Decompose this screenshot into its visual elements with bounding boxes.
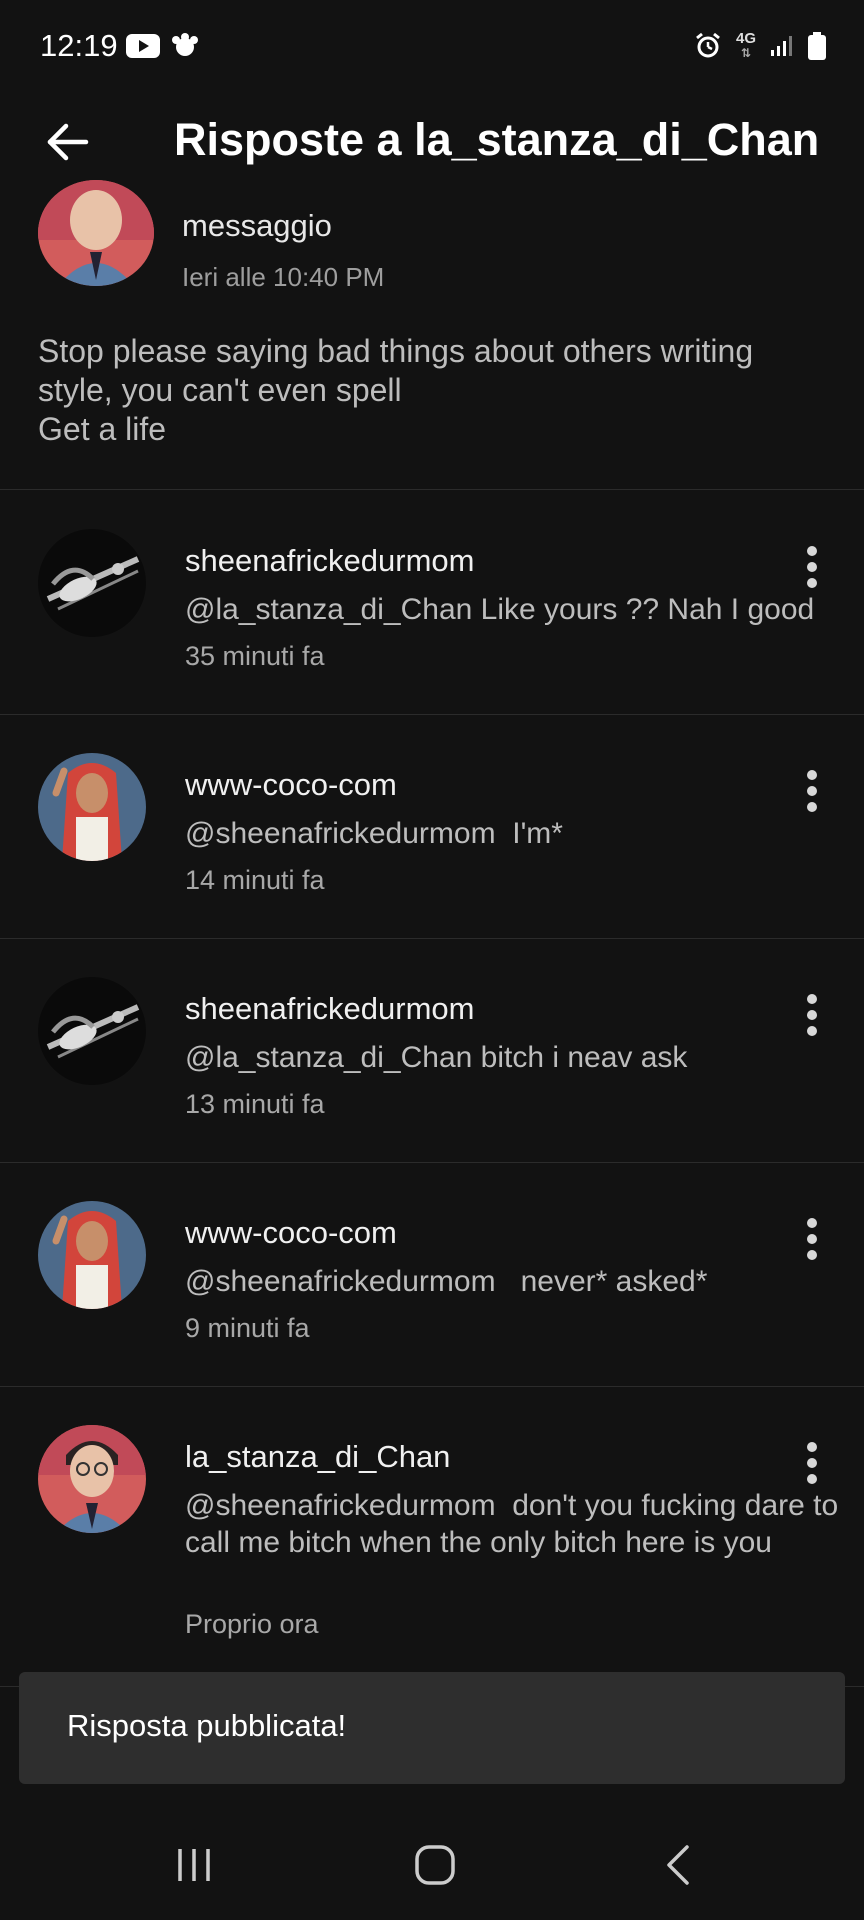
home-icon <box>415 1845 455 1885</box>
reply-text: @sheenafrickedurmom I'm* <box>185 817 563 850</box>
status-time: 12:19 <box>40 28 118 63</box>
network-type: 4G <box>735 30 756 47</box>
status-bar: 12:19 4G ⇅ <box>0 0 864 96</box>
more-dot-icon <box>807 1250 817 1260</box>
alarm-icon <box>696 32 720 58</box>
more-dot-icon <box>807 786 817 796</box>
reply-text: @sheenafrickedurmom never* asked* <box>185 1265 708 1298</box>
more-options-button[interactable] <box>788 539 836 595</box>
reply-item: sheenafrickedurmom @la_stanza_di_Chan Li… <box>0 491 864 715</box>
more-dot-icon <box>807 578 817 588</box>
notification-app-icon <box>172 33 198 56</box>
reply-author[interactable]: sheenafrickedurmom <box>185 543 474 579</box>
original-comment: messaggio Ieri alle 10:40 PM Stop please… <box>0 180 864 490</box>
reply-author[interactable]: www-coco-com <box>185 767 397 803</box>
avatar[interactable] <box>38 529 146 637</box>
4g-icon: 4G ⇅ <box>735 30 756 60</box>
system-back-button[interactable] <box>638 1830 718 1900</box>
original-message-label: messaggio <box>182 208 332 243</box>
more-options-button[interactable] <box>788 1211 836 1267</box>
original-text: Stop please saying bad things about othe… <box>38 333 754 447</box>
status-right-icons: 4G ⇅ <box>694 30 826 60</box>
arrow-left-icon <box>47 123 89 161</box>
reply-time: 9 minuti fa <box>185 1313 310 1343</box>
reply-item: la_stanza_di_Chan @sheenafrickedurmom do… <box>0 1387 864 1687</box>
status-left-icons <box>126 32 200 60</box>
avatar[interactable] <box>38 1425 146 1533</box>
youtube-icon <box>126 34 160 58</box>
more-options-button[interactable] <box>788 763 836 819</box>
more-dot-icon <box>807 994 817 1004</box>
more-options-button[interactable] <box>788 987 836 1043</box>
reply-item: sheenafrickedurmom @la_stanza_di_Chan bi… <box>0 939 864 1163</box>
back-button[interactable] <box>38 112 98 172</box>
screen: 12:19 4G ⇅ Risposte a la_stanza_di_Chan … <box>0 0 864 1920</box>
more-options-button[interactable] <box>788 1435 836 1491</box>
more-dot-icon <box>807 1218 817 1228</box>
more-dot-icon <box>807 546 817 556</box>
reply-item: www-coco-com @sheenafrickedurmom never* … <box>0 1163 864 1387</box>
back-icon <box>667 1845 689 1885</box>
reply-text: @la_stanza_di_Chan Like yours ?? Nah I g… <box>185 593 815 626</box>
reply-time: Proprio ora <box>185 1609 319 1639</box>
more-dot-icon <box>807 1474 817 1484</box>
avatar[interactable] <box>38 180 154 286</box>
home-button[interactable] <box>395 1830 475 1900</box>
reply-author[interactable]: la_stanza_di_Chan <box>185 1439 450 1475</box>
avatar[interactable] <box>38 753 146 861</box>
more-dot-icon <box>807 770 817 780</box>
reply-time: 13 minuti fa <box>185 1089 325 1119</box>
reply-text: @sheenafrickedurmom don't you fucking da… <box>185 1489 847 1559</box>
recent-apps-icon <box>178 1849 210 1881</box>
reply-item: www-coco-com @sheenafrickedurmom I'm* 14… <box>0 715 864 939</box>
reply-time: 14 minuti fa <box>185 865 325 895</box>
system-nav-bar <box>0 1800 864 1920</box>
reply-time: 35 minuti fa <box>185 641 325 671</box>
more-dot-icon <box>807 1458 817 1468</box>
original-time: Ieri alle 10:40 PM <box>182 262 385 292</box>
more-dot-icon <box>807 562 817 572</box>
reply-text: @la_stanza_di_Chan bitch i neav ask <box>185 1041 688 1074</box>
app-bar: Risposte a la_stanza_di_Chan <box>0 96 864 204</box>
reply-author[interactable]: www-coco-com <box>185 1215 397 1251</box>
more-dot-icon <box>807 1234 817 1244</box>
reply-author[interactable]: sheenafrickedurmom <box>185 991 474 1027</box>
more-dot-icon <box>807 1026 817 1036</box>
recent-apps-button[interactable] <box>154 1830 234 1900</box>
avatar[interactable] <box>38 1201 146 1309</box>
snackbar: Risposta pubblicata! <box>19 1672 845 1784</box>
page-title: Risposte a la_stanza_di_Chan <box>174 114 820 165</box>
battery-icon <box>808 32 826 60</box>
avatar[interactable] <box>38 977 146 1085</box>
more-dot-icon <box>807 802 817 812</box>
signal-icon <box>771 36 792 56</box>
more-dot-icon <box>807 1010 817 1020</box>
more-dot-icon <box>807 1442 817 1452</box>
snackbar-text: Risposta pubblicata! <box>67 1708 347 1743</box>
